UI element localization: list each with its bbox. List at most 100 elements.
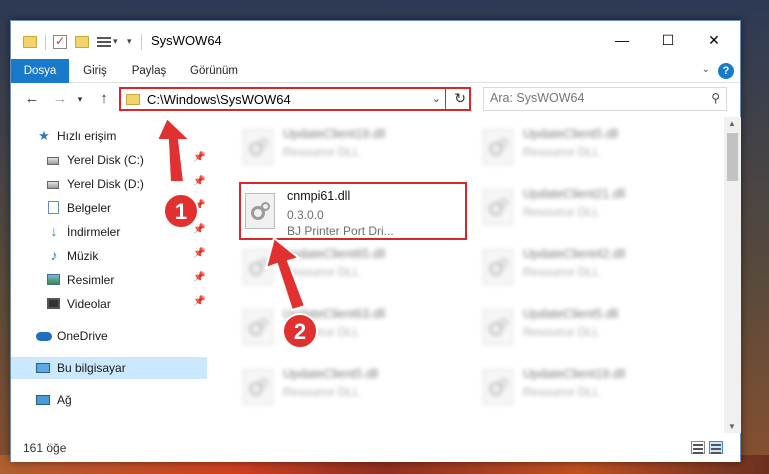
file-name: UpdateClient42.dll <box>523 247 626 261</box>
file-list: UpdateClient19.dll Resource DLL UpdateCl… <box>219 117 724 433</box>
pin-icon[interactable]: 📌 <box>193 248 205 259</box>
pin-icon[interactable]: 📌 <box>193 152 205 163</box>
file-name: UpdateClient5.dll <box>283 367 379 381</box>
tab-view[interactable]: Görünüm <box>183 59 245 83</box>
sidebar-item-this-pc[interactable]: Bu bilgisayar <box>11 357 207 379</box>
file-name: UpdateClient5.dll <box>523 127 619 141</box>
tiles-view-icon[interactable] <box>709 441 723 454</box>
scrollbar-thumb[interactable] <box>727 133 738 181</box>
address-separator <box>445 89 446 109</box>
sidebar-item-disk-c[interactable]: Yerel Disk (C:) 📌 <box>11 149 207 171</box>
dll-file-icon <box>243 309 273 345</box>
sidebar-item-disk-d[interactable]: Yerel Disk (D:) 📌 <box>11 173 207 195</box>
close-button[interactable]: ✕ <box>691 21 737 59</box>
pin-icon[interactable]: 📌 <box>193 296 205 307</box>
address-path[interactable]: C:\Windows\SysWOW64 <box>147 92 291 107</box>
tab-share[interactable]: Paylaş <box>125 59 173 83</box>
title-bar: ▾ ▾ SysWOW64 — ☐ ✕ <box>11 21 740 59</box>
file-tile[interactable]: UpdateClient19.dll Resource DLL <box>481 363 711 417</box>
recent-locations-icon[interactable]: ▾ <box>71 94 89 105</box>
help-icon[interactable]: ? <box>718 63 734 79</box>
file-tile[interactable]: UpdateClient42.dll Resource DLL <box>481 243 711 297</box>
pin-icon[interactable]: 📌 <box>193 200 205 211</box>
dll-file-icon <box>483 249 513 285</box>
folder-icon[interactable] <box>23 36 37 48</box>
dll-file-icon <box>243 249 273 285</box>
sidebar-item-label: İndirmeler <box>67 225 121 239</box>
star-icon: ★ <box>38 128 50 143</box>
maximize-button[interactable]: ☐ <box>645 21 691 59</box>
sidebar-item-videos[interactable]: Videolar 📌 <box>11 293 207 315</box>
back-arrow-icon[interactable]: ← <box>23 90 41 107</box>
sidebar-item-pictures[interactable]: Resimler 📌 <box>11 269 207 291</box>
navigation-pane: ★ Hızlı erişim Yerel Disk (C:) 📌 Yerel D… <box>11 117 207 433</box>
pin-icon[interactable]: 📌 <box>193 272 205 283</box>
sidebar-item-quick-access[interactable]: ★ Hızlı erişim <box>11 125 207 147</box>
dll-file-icon <box>243 129 273 165</box>
sidebar-item-documents[interactable]: Belgeler 📌 <box>11 197 207 219</box>
properties-check-icon[interactable] <box>53 34 67 49</box>
dll-file-icon <box>483 129 513 165</box>
sidebar-item-label: Hızlı erişim <box>57 129 117 143</box>
search-input[interactable] <box>490 91 690 105</box>
file-description: Resource DLL <box>283 265 360 279</box>
forward-arrow-icon[interactable]: → <box>51 90 69 107</box>
file-name: UpdateClient19.dll <box>283 127 386 141</box>
search-box[interactable]: ⚲ <box>483 87 727 111</box>
scroll-up-arrow-icon[interactable]: ▲ <box>728 119 736 128</box>
search-icon[interactable]: ⚲ <box>711 91 720 105</box>
file-tile-cnmpi61[interactable]: cnmpi61.dll 0.3.0.0 BJ Printer Port Dri.… <box>239 182 467 240</box>
sidebar-item-label: Bu bilgisayar <box>57 361 126 375</box>
downloads-icon: ↓ <box>50 223 58 239</box>
file-description: Resource DLL <box>523 385 600 399</box>
window-title: SysWOW64 <box>151 33 222 48</box>
file-tile[interactable]: UpdateClient21.dll Resource DLL <box>481 183 711 237</box>
up-arrow-icon[interactable]: ↑ <box>95 90 113 107</box>
ribbon-tabs: Dosya Giriş Paylaş Görünüm ⌄ ? <box>11 59 740 83</box>
file-tile[interactable]: UpdateClient5.dll Resource DLL <box>481 123 711 177</box>
file-description: Resource DLL <box>523 205 600 219</box>
pictures-icon <box>47 274 60 285</box>
file-tile[interactable]: UpdateClient5.dll Resource DLL <box>481 303 711 357</box>
documents-icon <box>48 201 59 214</box>
customize-toolbar-icon[interactable]: ▾ <box>127 36 132 52</box>
address-dropdown-icon[interactable]: ⌄ <box>432 92 441 105</box>
explorer-window: ▾ ▾ SysWOW64 — ☐ ✕ Dosya Giriş Paylaş Gö… <box>10 20 741 462</box>
new-folder-icon[interactable] <box>75 36 89 48</box>
sidebar-item-downloads[interactable]: ↓ İndirmeler 📌 <box>11 221 207 243</box>
file-tile[interactable]: UpdateClient5.dll Resource DLL <box>241 363 471 417</box>
sidebar-item-label: OneDrive <box>57 329 108 343</box>
address-bar[interactable]: C:\Windows\SysWOW64 ⌄ ↻ <box>119 87 471 111</box>
pin-icon[interactable]: 📌 <box>193 224 205 235</box>
expand-ribbon-icon[interactable]: ⌄ <box>702 64 710 75</box>
view-options-icon[interactable] <box>97 35 111 49</box>
tab-file[interactable]: Dosya <box>11 59 69 83</box>
file-description: Resource DLL <box>523 265 600 279</box>
sidebar-item-label: Yerel Disk (C:) <box>67 153 144 167</box>
file-tile[interactable]: UpdateClient65.dll Resource DLL <box>241 243 471 297</box>
folder-icon <box>126 94 140 105</box>
dll-file-icon <box>245 193 275 229</box>
sidebar-item-music[interactable]: ♪ Müzik 📌 <box>11 245 207 267</box>
tab-home[interactable]: Giriş <box>75 59 115 83</box>
status-bar: 161 öğe <box>11 433 740 462</box>
sidebar-item-label: Müzik <box>67 249 99 263</box>
refresh-icon[interactable]: ↻ <box>454 90 466 107</box>
vertical-scrollbar[interactable]: ▲ ▼ <box>724 117 741 433</box>
file-description: Resource DLL <box>283 145 360 159</box>
item-count: 161 öğe <box>23 441 67 455</box>
chevron-down-icon[interactable]: ▾ <box>113 36 118 52</box>
file-tile[interactable]: UpdateClient19.dll Resource DLL <box>241 123 471 177</box>
dll-file-icon <box>483 309 513 345</box>
sidebar-item-network[interactable]: Ağ <box>11 389 207 411</box>
file-name: UpdateClient65.dll <box>283 247 386 261</box>
file-description: Resource DLL <box>283 325 360 339</box>
scroll-down-arrow-icon[interactable]: ▼ <box>728 422 736 431</box>
file-name: UpdateClient21.dll <box>523 187 626 201</box>
sidebar-item-onedrive[interactable]: OneDrive <box>11 325 207 347</box>
file-tile[interactable]: UpdateClient63.dll Resource DLL <box>241 303 471 357</box>
minimize-button[interactable]: — <box>599 21 645 59</box>
file-description: Resource DLL <box>283 385 360 399</box>
details-view-icon[interactable] <box>691 441 705 454</box>
pin-icon[interactable]: 📌 <box>193 176 205 187</box>
